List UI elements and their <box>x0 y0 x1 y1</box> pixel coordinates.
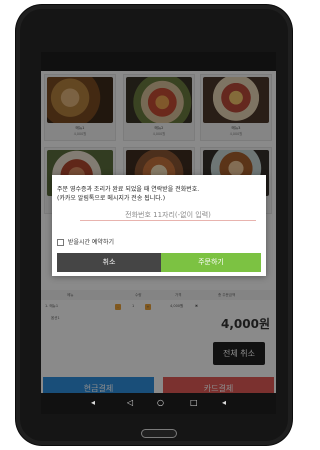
back-icon[interactable]: ◁ <box>127 398 133 407</box>
modal-cancel-button[interactable]: 취소 <box>57 253 161 272</box>
volume-down-icon[interactable]: ◂ <box>91 398 95 407</box>
android-navbar: ◂ ◁ ○ □ ◂ <box>41 393 276 414</box>
recents-icon[interactable]: □ <box>190 398 198 407</box>
home-icon[interactable]: ○ <box>157 398 164 407</box>
reservation-checkbox[interactable] <box>57 239 64 246</box>
modal-message-line2: (카카오 알림톡으로 메시지가 전송 됩니다.) <box>57 195 166 202</box>
device-home-button[interactable] <box>141 429 177 438</box>
phone-number-modal: 주문 영수증과 조리가 완료 되었을 때 연락받을 전화번호. (카카오 알림톡… <box>52 175 266 276</box>
reservation-checkbox-row[interactable]: 받을시간 예약하기 <box>57 237 114 246</box>
volume-up-icon[interactable]: ◂ <box>222 398 226 407</box>
modal-order-button[interactable]: 주문하기 <box>161 253 261 272</box>
reservation-label: 받을시간 예약하기 <box>67 239 114 246</box>
phone-input[interactable] <box>80 210 256 221</box>
modal-message-line1: 주문 영수증과 조리가 완료 되었을 때 연락받을 전화번호. <box>57 186 200 193</box>
